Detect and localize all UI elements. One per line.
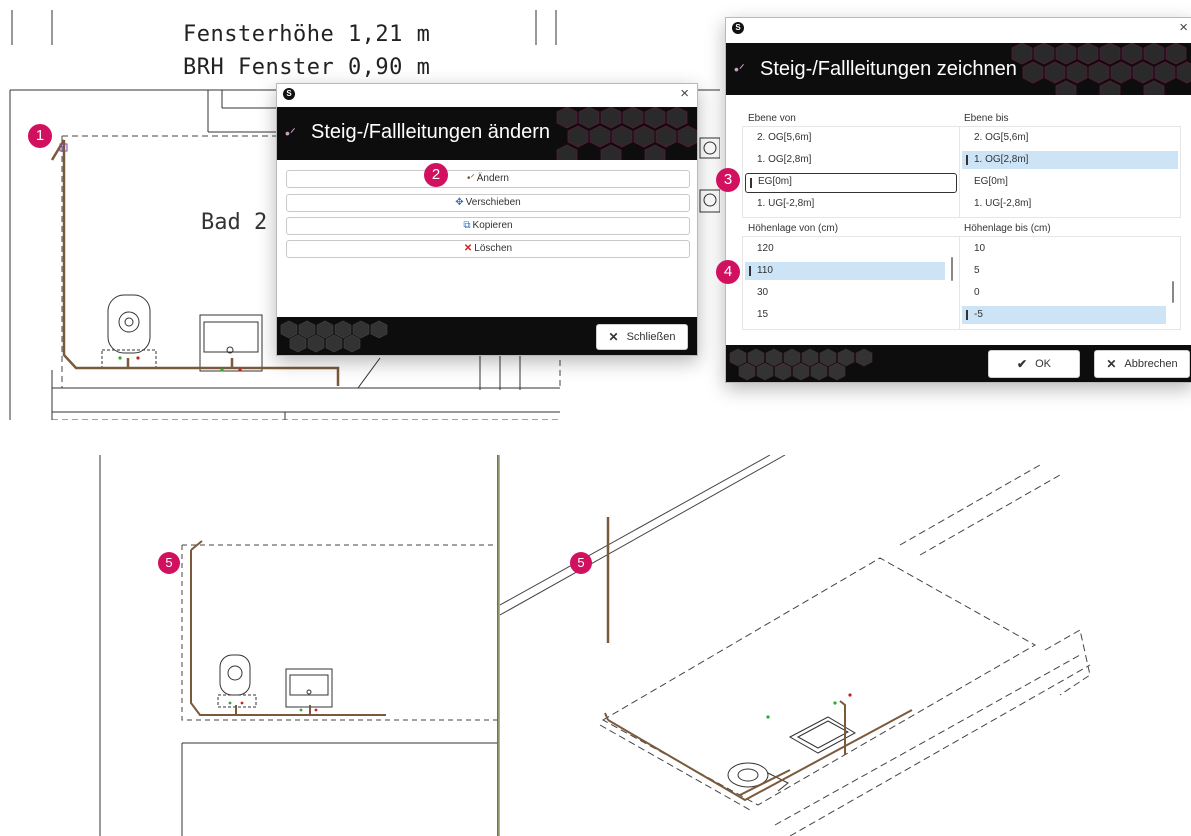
step-badge-4: 4 <box>716 260 740 284</box>
height-to-list[interactable]: 10 5 0 -5 <box>959 236 1181 330</box>
copy-icon: ⧉ <box>463 220 471 231</box>
ok-button[interactable]: ✔ OK <box>988 350 1080 378</box>
delete-button-label: Löschen <box>474 243 513 254</box>
change-dialog: S × •ᐟ Steig-/Fallleitungen ändern •ᐟ Änd… <box>276 83 698 356</box>
change-button-label: Ändern <box>476 173 509 184</box>
step-badge-2: 2 <box>424 163 448 187</box>
list-item-selected[interactable]: EG[0m] <box>745 173 957 193</box>
cancel-x-icon: ✕ <box>1106 357 1117 371</box>
list-item[interactable]: 1. OG[2,8m] <box>745 151 957 169</box>
list-item[interactable]: 2. OG[5,6m] <box>962 129 1178 147</box>
step-badge-3: 3 <box>716 168 740 192</box>
app-logo-icon: S <box>283 88 295 100</box>
hexagon-pattern-icon <box>1011 43 1191 95</box>
pipe-edit-icon: •ᐟ <box>467 173 475 184</box>
step-badge-1: 1 <box>28 124 52 148</box>
list-item[interactable]: 120 <box>745 240 945 258</box>
room-label: Bad 2 <box>201 210 268 235</box>
list-item[interactable]: 1. UG[-2,8m] <box>962 195 1178 213</box>
draw-dialog-titlebar: S × <box>726 18 1191 38</box>
close-x-icon: ✕ <box>608 330 619 344</box>
list-item[interactable]: EG[0m] <box>962 173 1178 191</box>
delete-x-icon: ✕ <box>463 243 473 254</box>
cad-plan-bottom <box>99 455 500 836</box>
change-dialog-footer: ✕ Schließen <box>277 317 697 355</box>
move-arrows-icon: ✥ <box>455 197 464 208</box>
draw-dialog-footer: ✔ OK ✕ Abbrechen <box>726 345 1191 382</box>
cancel-button[interactable]: ✕ Abbrechen <box>1094 350 1190 378</box>
cancel-button-label: Abbrechen <box>1124 358 1178 370</box>
list-item-selected[interactable]: 1. OG[2,8m] <box>962 151 1178 169</box>
list-item[interactable]: 30 <box>745 284 945 302</box>
pipe-icon: •ᐟ <box>734 61 745 77</box>
level-to-list[interactable]: 2. OG[5,6m] 1. OG[2,8m] EG[0m] 1. UG[-2,… <box>959 126 1181 218</box>
copy-button[interactable]: ⧉ Kopieren <box>286 217 690 235</box>
close-icon[interactable]: × <box>680 85 689 102</box>
pipe-icon: •ᐟ <box>285 125 296 141</box>
scrollbar-thumb[interactable] <box>1172 281 1174 303</box>
list-item[interactable]: 10 <box>962 240 1166 258</box>
list-item[interactable]: 0 <box>962 284 1166 302</box>
move-button[interactable]: ✥ Verschieben <box>286 194 690 212</box>
list-item[interactable]: 15 <box>745 306 945 324</box>
close-icon[interactable]: × <box>1179 19 1188 36</box>
delete-button[interactable]: ✕ Löschen <box>286 240 690 258</box>
draw-dialog: S × •ᐟ Steig-/Fallleitungen zeichnen Ebe… <box>725 17 1191 383</box>
step-badge-5: 5 <box>158 552 180 574</box>
ok-button-label: OK <box>1035 358 1051 370</box>
hexagon-pattern-icon <box>556 107 697 160</box>
step-badge-5-3d: 5 <box>570 552 592 574</box>
height-from-label: Höhenlage von (cm) <box>748 223 839 234</box>
level-to-label: Ebene bis <box>964 113 1009 124</box>
cad-3d-view <box>500 455 1091 836</box>
height-to-label: Höhenlage bis (cm) <box>964 223 1051 234</box>
close-button-label: Schließen <box>626 331 676 343</box>
move-button-label: Verschieben <box>465 197 521 208</box>
draw-dialog-banner: •ᐟ Steig-/Fallleitungen zeichnen <box>726 43 1191 95</box>
list-item[interactable]: 2. OG[5,6m] <box>745 129 957 147</box>
level-from-list[interactable]: 2. OG[5,6m] 1. OG[2,8m] EG[0m] 1. UG[-2,… <box>742 126 960 218</box>
close-button[interactable]: ✕ Schließen <box>596 324 688 350</box>
height-from-list[interactable]: 120 110 30 15 <box>742 236 960 330</box>
list-item-selected[interactable]: -5 <box>962 306 1166 324</box>
change-dialog-banner: •ᐟ Steig-/Fallleitungen ändern <box>277 107 697 160</box>
hexagon-pattern-icon <box>729 348 873 381</box>
list-item[interactable]: 5 <box>962 262 1166 280</box>
change-dialog-title: Steig-/Fallleitungen ändern <box>311 121 551 143</box>
list-item[interactable]: 1. UG[-2,8m] <box>745 195 957 213</box>
copy-button-label: Kopieren <box>472 220 513 231</box>
change-button[interactable]: •ᐟ Ändern <box>286 170 690 188</box>
list-item-selected[interactable]: 110 <box>745 262 945 280</box>
hexagon-pattern-icon <box>280 320 388 353</box>
draw-dialog-title: Steig-/Fallleitungen zeichnen <box>760 58 1017 80</box>
checkmark-icon: ✔ <box>1017 357 1028 371</box>
sill-height-text: BRH Fenster 0,90 m <box>183 55 431 80</box>
change-dialog-titlebar: S × <box>277 84 697 104</box>
scrollbar-thumb[interactable] <box>951 257 953 281</box>
app-logo-icon: S <box>732 22 744 34</box>
window-height-text: Fensterhöhe 1,21 m <box>183 22 431 47</box>
level-from-label: Ebene von <box>748 113 796 124</box>
